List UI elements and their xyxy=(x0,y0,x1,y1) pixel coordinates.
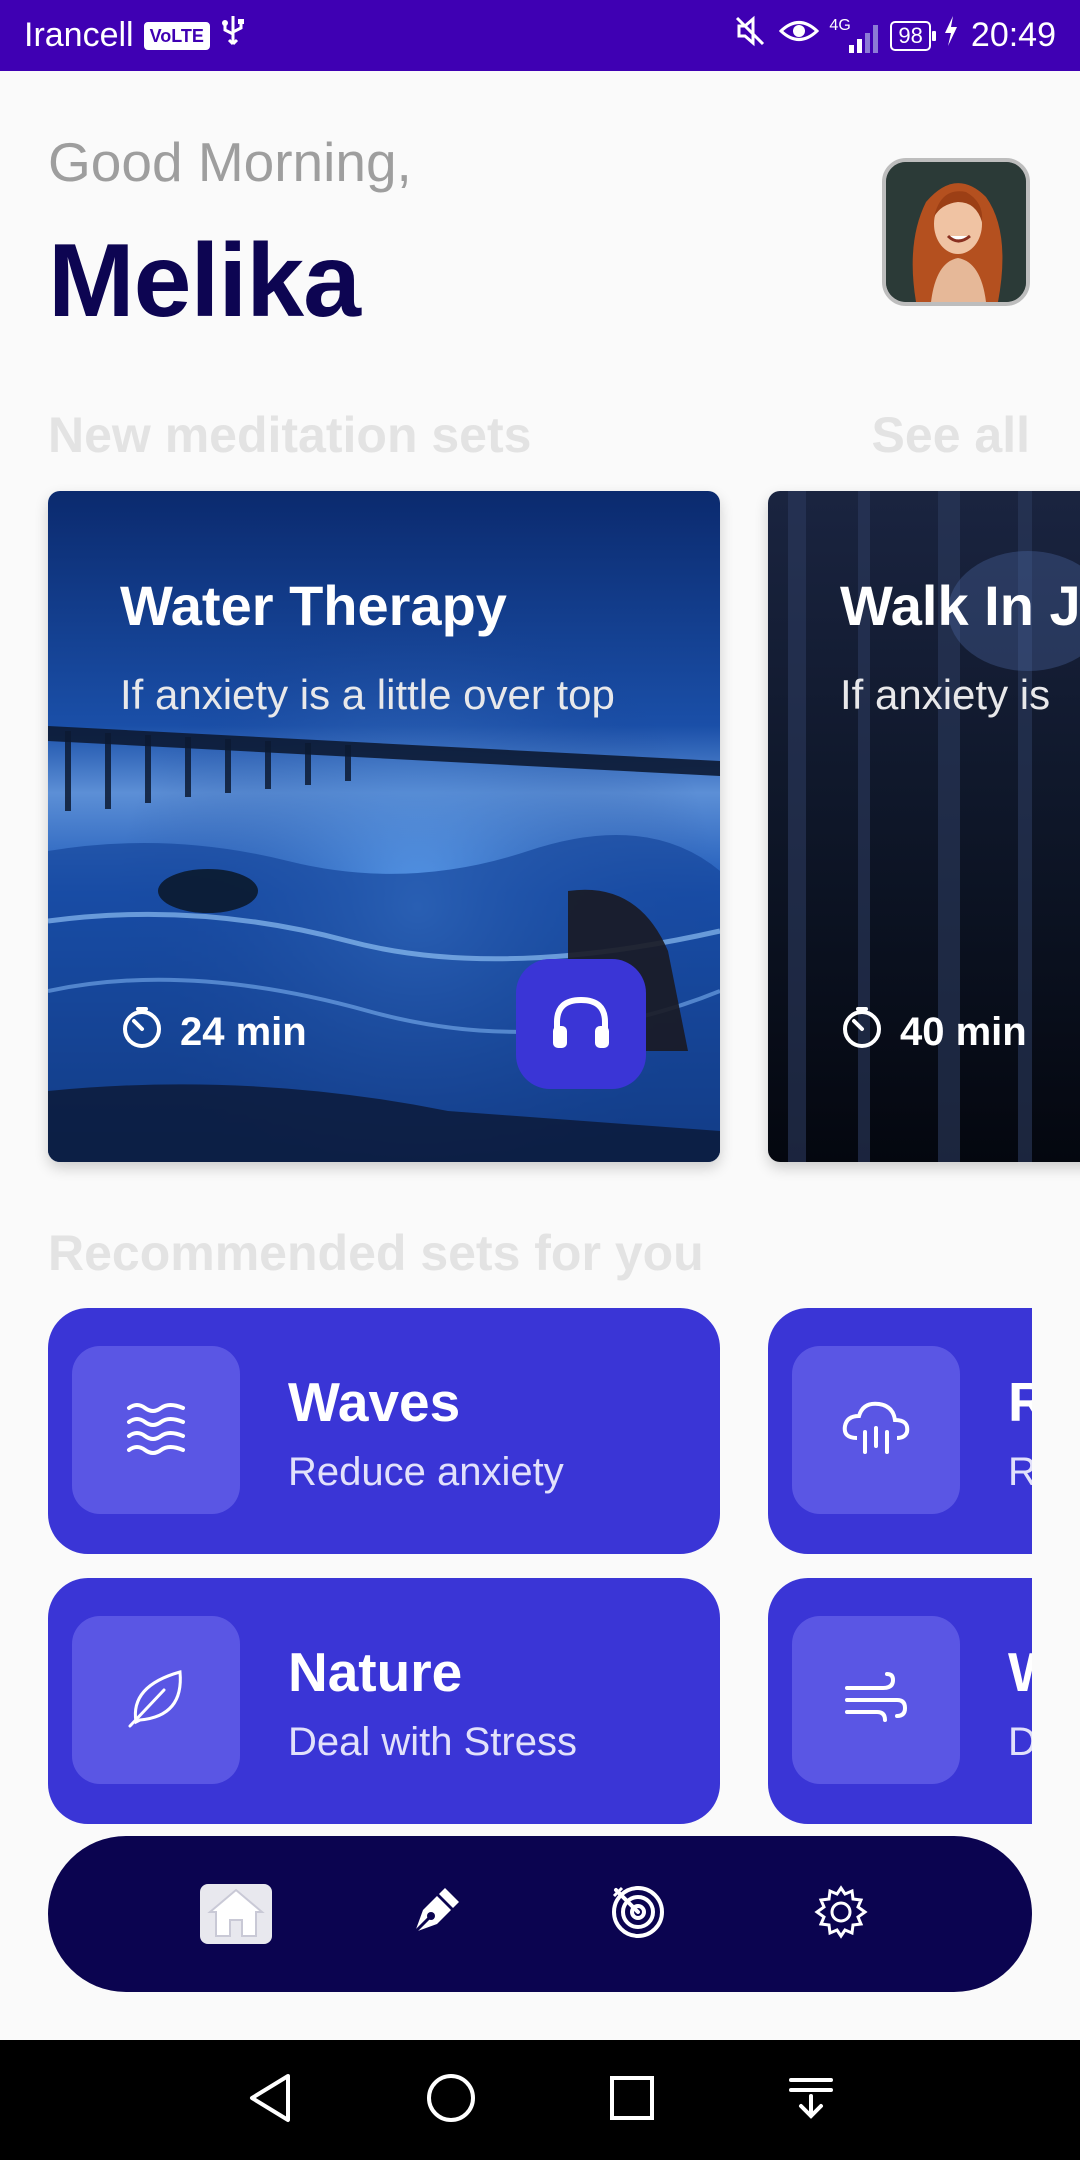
section-title-recommended: Recommended sets for you xyxy=(48,1225,704,1281)
recommended-card[interactable]: W D xyxy=(768,1578,1032,1824)
gear-icon xyxy=(813,1884,869,1945)
meditation-card-subtitle: If anxiety is a little over top xyxy=(120,671,615,718)
meditation-card-title: Walk In J xyxy=(840,574,1080,637)
meditation-duration: 24 min xyxy=(120,1005,307,1059)
duration-label: 40 min xyxy=(900,1009,1027,1054)
recommended-subtitle: Deal with Stress xyxy=(288,1720,577,1764)
recommended-subtitle: D xyxy=(1008,1720,1032,1764)
system-navigation-bar xyxy=(0,2040,1080,2160)
waves-icon xyxy=(125,1400,187,1461)
status-bar: Irancell VoLTE 4G 98 20:49 xyxy=(0,0,1080,71)
recommended-title: Nature xyxy=(288,1641,463,1703)
timer-icon xyxy=(120,1005,164,1059)
cloud-rain-icon xyxy=(839,1398,913,1463)
recommended-icon-box xyxy=(792,1346,960,1514)
notification-pull-icon[interactable] xyxy=(787,2074,835,2127)
nav-goals[interactable] xyxy=(598,1874,678,1954)
leaf-icon xyxy=(124,1666,188,1735)
meditation-card[interactable]: Water Therapy If anxiety is a little ove… xyxy=(48,491,720,1162)
headphones-icon xyxy=(549,992,613,1057)
meditation-card-title: Water Therapy xyxy=(120,574,507,637)
battery-level: 98 xyxy=(890,20,937,51)
duration-label: 24 min xyxy=(180,1009,307,1054)
listen-button[interactable] xyxy=(516,959,646,1089)
home-icon xyxy=(206,1886,266,1943)
nav-home[interactable] xyxy=(199,1884,272,1944)
section-title-meditation: New meditation sets xyxy=(48,407,532,463)
recommended-subtitle: Reduce anxiety xyxy=(288,1450,564,1494)
home-circle-icon[interactable] xyxy=(425,2072,477,2129)
meditation-duration: 40 min xyxy=(840,1005,1027,1059)
nav-journal[interactable] xyxy=(395,1874,475,1954)
usb-icon xyxy=(220,14,246,57)
bottom-navigation xyxy=(48,1836,1032,1992)
recommended-icon-box xyxy=(72,1616,240,1784)
recommended-card[interactable]: R R xyxy=(768,1308,1032,1554)
meditation-card-subtitle: If anxiety is xyxy=(840,671,1051,718)
volte-badge: VoLTE xyxy=(143,21,210,50)
greeting-text: Good Morning, xyxy=(48,131,412,193)
clock: 20:49 xyxy=(970,16,1056,54)
recommended-card[interactable]: Waves Reduce anxiety xyxy=(48,1308,720,1554)
network-type: 4G xyxy=(829,16,851,34)
see-all-link[interactable]: See all xyxy=(872,406,1030,464)
recommended-icon-box xyxy=(792,1616,960,1784)
recommended-icon-box xyxy=(72,1346,240,1514)
recommended-subtitle: R xyxy=(1008,1450,1032,1494)
recents-icon[interactable] xyxy=(608,2074,656,2127)
user-name: Melika xyxy=(48,223,361,339)
meditation-card[interactable]: Walk In J If anxiety is 40 min xyxy=(768,491,1080,1162)
signal-icon: 4G xyxy=(829,16,879,53)
avatar[interactable] xyxy=(882,158,1030,306)
status-left: Irancell VoLTE xyxy=(24,14,246,57)
avatar-portrait xyxy=(886,162,1026,302)
back-icon[interactable] xyxy=(246,2072,294,2129)
recommended-title: W xyxy=(1008,1640,1032,1704)
timer-icon xyxy=(840,1005,884,1059)
recommended-card[interactable]: Nature Deal with Stress xyxy=(48,1578,720,1824)
status-right: 4G 98 20:49 xyxy=(733,14,1056,57)
nav-settings[interactable] xyxy=(801,1874,881,1954)
carrier-label: Irancell xyxy=(24,16,134,54)
eye-icon xyxy=(779,16,820,55)
wind-icon xyxy=(843,1670,909,1731)
recommended-title: Waves xyxy=(288,1371,461,1433)
mute-icon xyxy=(733,14,767,57)
charging-icon xyxy=(943,16,959,55)
target-icon xyxy=(610,1884,666,1945)
recommended-title: R xyxy=(1008,1371,1032,1433)
pen-icon xyxy=(409,1886,461,1943)
